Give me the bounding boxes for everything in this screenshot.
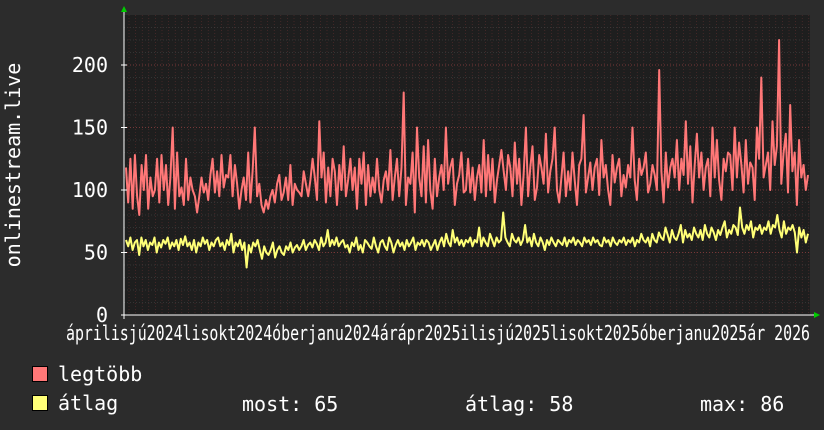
- legend-item-legtobb: legtöbb: [32, 363, 142, 385]
- stat-most: most: 65: [242, 392, 339, 416]
- y-tick-label: 150: [72, 116, 108, 140]
- x-tick-label-line: áprilisjú2024lisokt2024óberjanu2024árápr…: [66, 321, 810, 345]
- y-tick-label: 100: [72, 178, 108, 202]
- y-axis-label: onlinestream.live: [1, 63, 25, 268]
- legend-swatch-atlag: [32, 395, 48, 411]
- y-tick-label: 50: [84, 241, 108, 265]
- x-axis-arrow: [814, 312, 820, 318]
- y-axis-arrow: [121, 6, 127, 12]
- legend-item-atlag: átlag: [32, 392, 118, 414]
- stat-atlag: átlag: 58: [465, 392, 574, 416]
- y-tick-labels: 050100150200: [72, 53, 108, 327]
- legend-label-atlag: átlag: [58, 391, 119, 415]
- stat-max: max: 86: [700, 392, 785, 416]
- legend-label-legtobb: legtöbb: [58, 362, 143, 386]
- legend-swatch-legtobb: [32, 366, 48, 382]
- y-tick-label: 200: [72, 53, 108, 77]
